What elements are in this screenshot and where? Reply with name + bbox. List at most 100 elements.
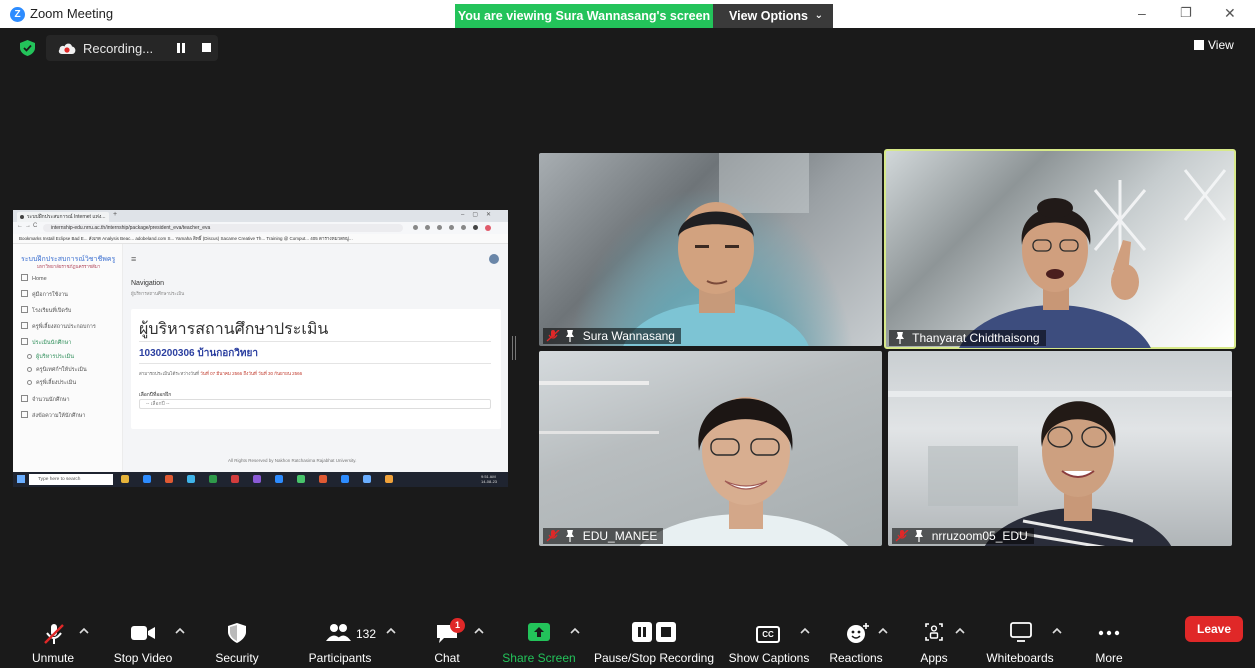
web-sidebar: ระบบฝึกประสบการณ์วิชาชีพครู มหาวิทยาลัยร… bbox=[13, 244, 123, 472]
participant-video bbox=[623, 153, 809, 346]
participant-name: EDU_MANEE bbox=[582, 529, 658, 543]
reactions-button[interactable]: Reactions bbox=[826, 614, 886, 668]
participants-label: Participants bbox=[308, 651, 372, 665]
view-button[interactable]: View bbox=[1194, 38, 1246, 58]
participant-video bbox=[888, 391, 1232, 546]
web-sidebar-item[interactable]: ผู้บริหารประเมิน bbox=[27, 353, 74, 361]
pause-stop-recording-icon bbox=[632, 622, 676, 642]
browser-extension-icons[interactable] bbox=[413, 225, 497, 231]
audio-options-caret-icon[interactable] bbox=[79, 627, 89, 634]
participant-name-label: EDU_MANEE bbox=[543, 528, 664, 544]
pause-stop-recording-label: Pause/Stop Recording bbox=[593, 651, 715, 665]
captions-cc-icon: CC bbox=[756, 626, 780, 643]
hamburger-menu-icon[interactable]: ≡ bbox=[131, 254, 136, 264]
meeting-toolbar: Unmute Stop Video Security 132 Participa… bbox=[0, 614, 1255, 668]
web-sidebar-item[interactable]: โรงเรียนที่เปิดรับ bbox=[21, 306, 71, 315]
evaluation-period-dates: วันที่ 07 มีนาคม 2566 ถึงวันที่ วันที่ 3… bbox=[200, 371, 303, 376]
taskbar-app-icon[interactable] bbox=[385, 475, 393, 483]
chat-button[interactable]: 1 Chat bbox=[420, 614, 474, 668]
settings-gear-icon[interactable] bbox=[489, 254, 499, 264]
web-sidebar-item[interactable]: ประเมินนักศึกษา bbox=[21, 338, 71, 347]
participant-tile-4[interactable]: nrruzoom05_EDU bbox=[888, 351, 1232, 546]
web-sidebar-item[interactable]: Home bbox=[21, 274, 47, 282]
muted-mic-icon bbox=[546, 330, 560, 342]
participant-tile-3[interactable]: EDU_MANEE bbox=[539, 351, 882, 546]
taskbar-app-icon[interactable] bbox=[319, 475, 327, 483]
share-screen-button[interactable]: Share Screen bbox=[500, 614, 578, 668]
show-captions-button[interactable]: CC Show Captions bbox=[726, 614, 812, 668]
taskbar-app-icon[interactable] bbox=[187, 475, 195, 483]
participants-options-caret-icon[interactable] bbox=[386, 627, 396, 634]
participant-name-label: nrruzoom05_EDU bbox=[892, 528, 1034, 544]
chat-options-caret-icon[interactable] bbox=[474, 627, 484, 634]
web-sidebar-item[interactable]: คู่มือการใช้งาน bbox=[21, 290, 68, 299]
whiteboards-options-caret-icon[interactable] bbox=[1052, 627, 1062, 634]
taskbar-app-icon[interactable] bbox=[209, 475, 217, 483]
browser-tab[interactable]: ระบบฝึกประสบการณ์ Internet แห่ง... bbox=[17, 212, 109, 222]
taskbar-search[interactable]: Type here to search bbox=[29, 474, 113, 485]
pin-icon bbox=[896, 332, 904, 344]
browser-window-controls[interactable]: –▢✕ bbox=[461, 211, 499, 218]
taskbar-app-icon[interactable] bbox=[253, 475, 261, 483]
year-select-label: เลือกปีที่ออกฝึก bbox=[139, 392, 172, 398]
chat-label: Chat bbox=[434, 651, 460, 665]
taskbar-app-icon[interactable] bbox=[363, 475, 371, 483]
windows-start-icon[interactable] bbox=[17, 475, 25, 483]
security-label: Security bbox=[215, 651, 259, 665]
browser-nav-icons[interactable]: ←→C bbox=[17, 223, 39, 229]
stop-video-button[interactable]: Stop Video bbox=[108, 614, 178, 668]
view-options-button[interactable]: View Options ⌄ bbox=[713, 4, 833, 28]
captions-options-caret-icon[interactable] bbox=[800, 627, 810, 634]
close-button[interactable]: ✕ bbox=[1224, 5, 1236, 22]
participants-button[interactable]: 132 Participants bbox=[300, 614, 380, 668]
show-captions-label: Show Captions bbox=[728, 651, 810, 665]
share-screen-icon bbox=[528, 623, 550, 641]
window-title: Zoom Meeting bbox=[30, 6, 114, 21]
taskbar-app-icon[interactable] bbox=[143, 475, 151, 483]
web-sidebar-item[interactable]: ส่งข้อความให้นักศึกษา bbox=[21, 411, 86, 420]
share-screen-label: Share Screen bbox=[502, 651, 576, 665]
web-sidebar-item[interactable]: ครูพี่เลี้ยงสถานประกอบการ bbox=[21, 322, 96, 331]
browser-url-field[interactable]: internship-edu.nrru.ac.th/internship/pac… bbox=[43, 224, 403, 232]
card-divider bbox=[139, 341, 491, 342]
browser-bookmarks-bar[interactable]: Bookmarks Install Eclipse Bad E... สังเก… bbox=[13, 234, 508, 244]
apps-options-caret-icon[interactable] bbox=[955, 627, 965, 634]
pause-recording-icon[interactable] bbox=[176, 43, 186, 53]
evaluation-card: ผู้บริหารสถานศึกษาประเมิน 1030200306 บ้า… bbox=[131, 309, 501, 429]
year-select[interactable]: -- เลือกปี -- bbox=[139, 399, 491, 409]
more-button[interactable]: More bbox=[1086, 614, 1132, 668]
shared-screen[interactable]: ระบบฝึกประสบการณ์ Internet แห่ง... + –▢✕… bbox=[13, 210, 508, 487]
stop-recording-icon[interactable] bbox=[202, 43, 211, 52]
web-sidebar-item[interactable]: ครูนิเทศก์ฯให้ประเมิน bbox=[27, 366, 87, 374]
minimize-button[interactable]: – bbox=[1138, 5, 1146, 21]
participant-tile-1[interactable]: Sura Wannasang bbox=[539, 153, 882, 346]
cloud-recording-icon bbox=[58, 43, 76, 54]
video-options-caret-icon[interactable] bbox=[175, 627, 185, 634]
reactions-options-caret-icon[interactable] bbox=[878, 627, 888, 634]
web-sidebar-item[interactable]: ครูพี่เลี้ยงประเมิน bbox=[27, 379, 76, 387]
taskbar-app-icon[interactable] bbox=[231, 475, 239, 483]
taskbar-app-icon[interactable] bbox=[297, 475, 305, 483]
restore-button[interactable]: ❐ bbox=[1180, 5, 1192, 21]
pin-icon bbox=[915, 530, 924, 542]
web-sidebar-item[interactable]: จำนวนนักศึกษา bbox=[21, 395, 70, 404]
unmute-button[interactable]: Unmute bbox=[18, 614, 88, 668]
taskbar-app-icon[interactable] bbox=[275, 475, 283, 483]
pause-stop-recording-button[interactable]: Pause/Stop Recording bbox=[592, 614, 716, 668]
participant-tile-2[interactable]: Thanyarat Chidthaisong bbox=[884, 149, 1236, 349]
split-view-handle[interactable] bbox=[512, 336, 516, 360]
whiteboards-button[interactable]: Whiteboards bbox=[980, 614, 1060, 668]
recording-indicator: Recording... bbox=[46, 35, 218, 61]
encryption-shield-icon[interactable] bbox=[20, 40, 35, 56]
taskbar-date: 14-08-23 bbox=[481, 479, 498, 484]
taskbar-app-icon[interactable] bbox=[165, 475, 173, 483]
new-tab-icon[interactable]: + bbox=[113, 211, 117, 218]
leave-meeting-button[interactable]: Leave bbox=[1185, 616, 1243, 642]
share-options-caret-icon[interactable] bbox=[570, 627, 580, 634]
apps-button[interactable]: Apps bbox=[910, 614, 958, 668]
taskbar-app-icon[interactable] bbox=[121, 475, 129, 483]
taskbar-app-icon[interactable] bbox=[341, 475, 349, 483]
security-button[interactable]: Security bbox=[206, 614, 268, 668]
view-options-label: View Options bbox=[729, 9, 808, 23]
muted-mic-icon bbox=[546, 530, 560, 542]
